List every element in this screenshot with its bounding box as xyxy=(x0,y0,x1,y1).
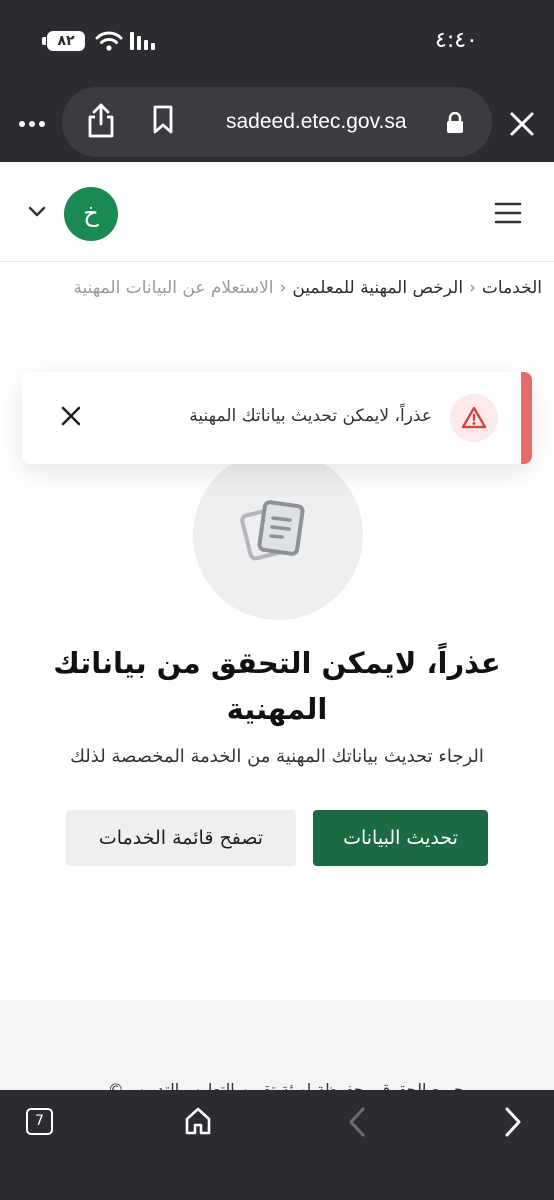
hamburger-menu-icon[interactable] xyxy=(494,201,522,225)
tabs-count-button[interactable]: 7 xyxy=(26,1108,53,1135)
lock-icon xyxy=(447,112,463,133)
share-icon[interactable] xyxy=(84,102,118,140)
warning-icon xyxy=(461,406,487,429)
footer: جميع الحقوق محفوظة لهيئة تقويم التعليم و… xyxy=(0,1000,554,1100)
back-icon xyxy=(349,1107,365,1137)
breadcrumb-current: الاستعلام عن البيانات المهنية xyxy=(73,278,274,298)
site-header: خ xyxy=(0,162,554,262)
url-text[interactable]: sadeed.etec.gov.sa xyxy=(226,110,407,134)
browser-toolbar: sadeed.etec.gov.sa xyxy=(0,80,554,162)
page-title: عذراً، لايمكن التحقق من بياناتك المهنية xyxy=(53,646,501,726)
browser-bottom-toolbar: 7 xyxy=(0,1090,554,1200)
breadcrumb: الخدمات‹الرخص المهنية للمعلمين‹الاستعلام… xyxy=(73,278,542,298)
browse-services-button[interactable]: تصفح قائمة الخدمات xyxy=(66,810,296,866)
documents-icon xyxy=(240,500,305,561)
empty-state-illustration xyxy=(193,450,363,620)
home-icon[interactable] xyxy=(184,1106,212,1136)
avatar[interactable]: خ xyxy=(64,187,118,241)
signal-icon xyxy=(130,32,155,50)
forward-icon[interactable] xyxy=(502,1106,524,1138)
update-data-button[interactable]: تحديث البيانات xyxy=(313,810,488,866)
more-icon[interactable] xyxy=(10,102,54,142)
bookmark-icon[interactable] xyxy=(150,104,176,136)
wifi-icon xyxy=(95,31,123,51)
close-icon[interactable] xyxy=(60,405,82,427)
breadcrumb-separator-icon: ‹ xyxy=(469,278,476,298)
alert-message: عذراً، لايمكن تحديث بياناتك المهنية xyxy=(189,406,432,426)
chevron-down-icon[interactable] xyxy=(26,204,48,220)
breadcrumb-item-teacher-licenses[interactable]: الرخص المهنية للمعلمين xyxy=(292,278,463,298)
breadcrumb-separator-icon: ‹ xyxy=(279,278,287,298)
alert-accent-bar xyxy=(521,372,532,464)
battery-indicator: ٨٢ xyxy=(42,31,85,51)
breadcrumb-item-services[interactable]: الخدمات xyxy=(482,278,542,298)
status-time: ٤:٤٠ xyxy=(435,28,478,53)
close-icon[interactable] xyxy=(508,110,536,138)
error-alert: عذراً، لايمكن تحديث بياناتك المهنية xyxy=(22,372,532,464)
page-subtitle: الرجاء تحديث بياناتك المهنية من الخدمة ا… xyxy=(70,746,484,767)
status-bar: ٨٢ ٤:٤٠ xyxy=(0,0,554,80)
alert-icon-badge xyxy=(450,394,498,442)
